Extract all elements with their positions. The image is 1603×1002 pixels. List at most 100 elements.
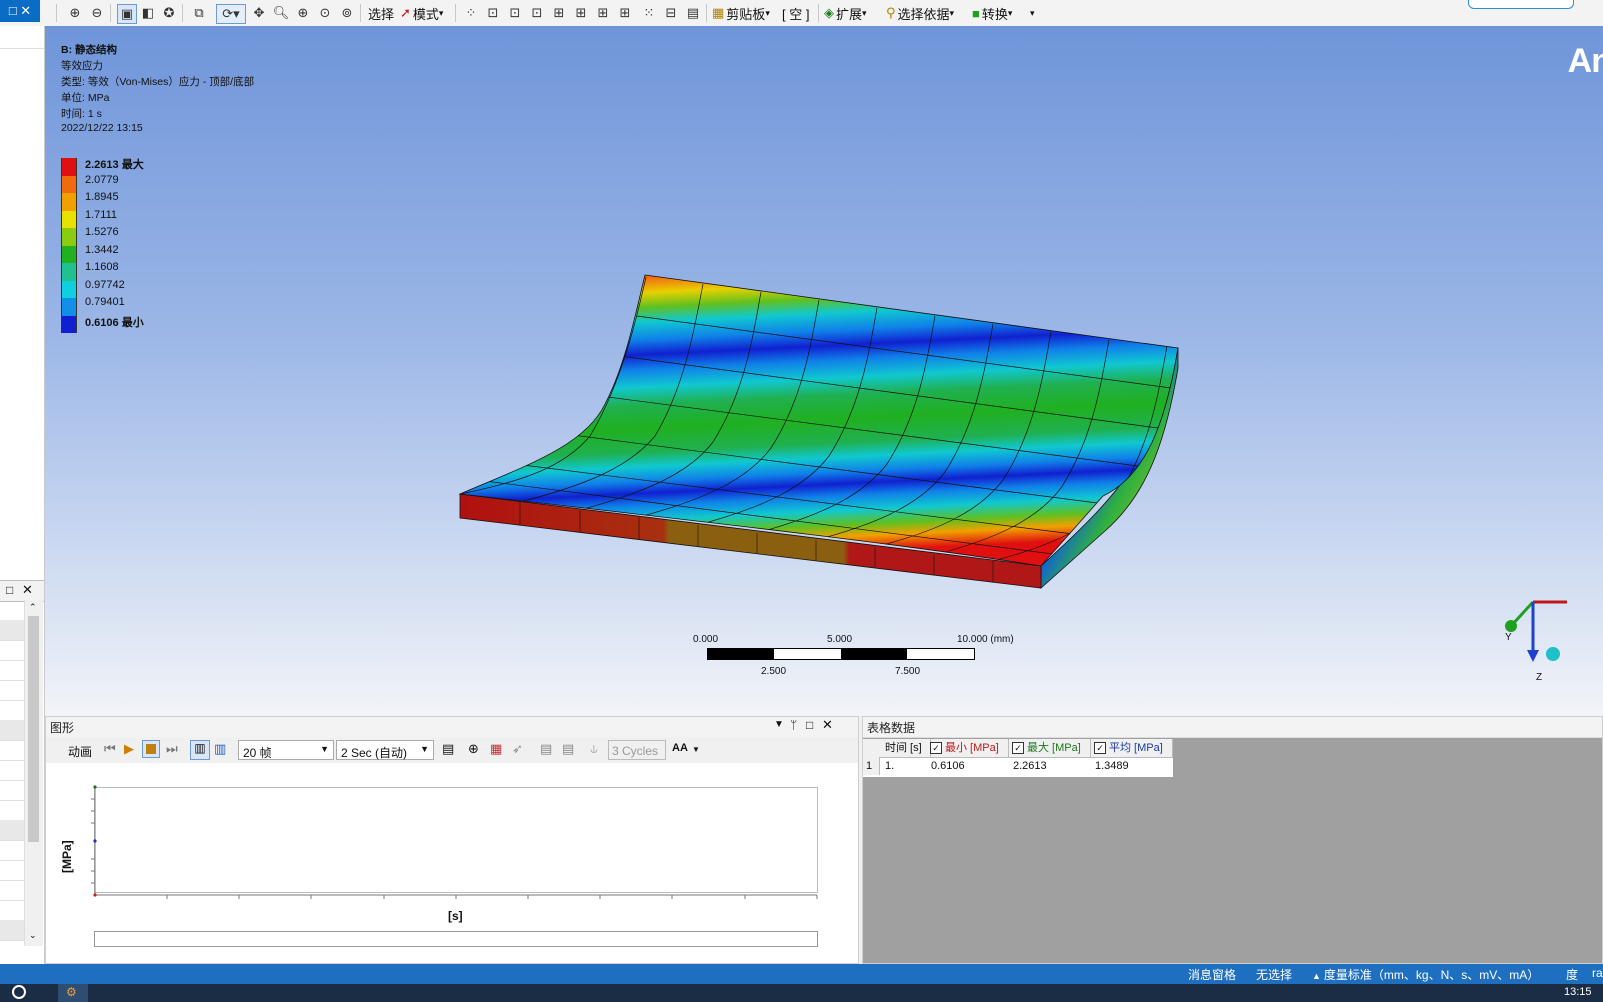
- label-icon[interactable]: ⊟: [662, 4, 680, 22]
- details-row[interactable]: [0, 720, 24, 741]
- table-column-header[interactable]: ✓ 平均 [MPa]: [1091, 739, 1173, 757]
- row-index[interactable]: 1: [863, 757, 880, 775]
- cycles-icon[interactable]: ⫝: [590, 741, 598, 757]
- export-video-icon[interactable]: ▤: [442, 741, 454, 757]
- radian-unit[interactable]: ra: [1592, 966, 1603, 980]
- frames-select[interactable]: 20 帧 ▼: [238, 740, 334, 760]
- details-row[interactable]: [0, 740, 24, 761]
- select-edge-icon[interactable]: ⊡: [484, 4, 502, 22]
- select-element-face-icon[interactable]: ⊞: [594, 4, 612, 22]
- result-frames-icon[interactable]: ▥: [214, 741, 226, 757]
- zoom-box-icon[interactable]: ⊕: [294, 4, 312, 22]
- details-row[interactable]: [0, 620, 24, 641]
- table-cell[interactable]: 1.: [885, 757, 926, 775]
- duration-select[interactable]: 2 Sec (自动) ▼: [336, 740, 434, 760]
- details-row[interactable]: [0, 660, 24, 681]
- table-icon[interactable]: ▤: [540, 741, 552, 757]
- graphics-viewport[interactable]: B: 静态结构 等效应力 类型: 等效（Von-Mises）应力 - 顶部/底部…: [45, 26, 1603, 716]
- extend-dropdown[interactable]: ◈ 扩展 ▾: [824, 3, 867, 23]
- select-element-icon[interactable]: ⊞: [572, 4, 590, 22]
- zoom-icon[interactable]: 🔍︎: [272, 4, 290, 22]
- column-checkbox[interactable]: ✓: [930, 742, 942, 754]
- angle-unit[interactable]: 度: [1566, 966, 1578, 983]
- details-row[interactable]: [0, 780, 24, 801]
- chevron-down-icon[interactable]: ▼: [774, 719, 784, 730]
- zoom-out-icon[interactable]: ⊖: [88, 4, 106, 22]
- probe-icon[interactable]: ➶: [512, 741, 523, 757]
- next-frame-icon[interactable]: ⏭: [166, 741, 178, 757]
- details-scrollbar[interactable]: ⌃ ⌄: [24, 600, 43, 946]
- select-face-icon[interactable]: ⊡: [506, 4, 524, 22]
- chevron-down-icon[interactable]: ⌄: [29, 930, 37, 941]
- details-row[interactable]: [0, 700, 24, 721]
- table-column-header[interactable]: ✓ 最大 [MPa]: [1009, 739, 1091, 757]
- details-row[interactable]: [0, 880, 24, 901]
- details-row[interactable]: [0, 860, 24, 881]
- graph-area[interactable]: [MPa] [s]: [46, 763, 858, 963]
- column-checkbox[interactable]: ✓: [1094, 742, 1106, 754]
- table-column-header[interactable]: ✓ 最小 [MPa]: [927, 739, 1009, 757]
- messages-pane-button[interactable]: 消息窗格: [1188, 966, 1236, 983]
- select-vertex-icon[interactable]: ⁘: [462, 4, 480, 22]
- table-cell[interactable]: 2.2613: [1013, 757, 1090, 775]
- select-mesh-icon[interactable]: ⊞: [616, 4, 634, 22]
- maximize-icon[interactable]: □: [6, 583, 13, 597]
- distributed-frames-icon[interactable]: ▥: [190, 740, 210, 760]
- details-row[interactable]: [0, 680, 24, 701]
- select-button[interactable]: 选择: [368, 3, 394, 23]
- zoom-to-fit-icon[interactable]: ⊕: [468, 741, 479, 757]
- details-row[interactable]: [0, 920, 24, 941]
- font-size-button[interactable]: AA: [672, 742, 688, 754]
- hide-icon[interactable]: ⁙: [640, 4, 658, 22]
- zoom-in-icon[interactable]: ⊕: [66, 4, 84, 22]
- details-row[interactable]: [0, 820, 24, 841]
- select-by-dropdown[interactable]: ⚲ 选择依据 ▾: [886, 3, 954, 23]
- stress-contour-model[interactable]: [45, 26, 1603, 716]
- table-cell[interactable]: 1.3489: [1095, 757, 1172, 775]
- units-dropdown[interactable]: ▲ 度量标准（mm、kg、N、s、mV、mA）: [1312, 966, 1539, 983]
- search-input[interactable]: [1468, 0, 1574, 9]
- time-slider[interactable]: [94, 931, 818, 947]
- table-column-header[interactable]: 时间 [s]: [881, 739, 931, 757]
- shade-icon[interactable]: ◧: [139, 4, 157, 22]
- box-zoom-icon[interactable]: ⧉: [190, 4, 208, 22]
- stop-button[interactable]: [142, 740, 160, 758]
- start-icon[interactable]: [12, 985, 26, 999]
- annotation-icon[interactable]: ▤: [684, 4, 702, 22]
- play-icon[interactable]: ▶: [124, 741, 134, 757]
- select-node-icon[interactable]: ⊞: [550, 4, 568, 22]
- pan-icon[interactable]: ✥: [250, 4, 268, 22]
- convert-dropdown[interactable]: ■ 转换 ▾: [972, 3, 1012, 23]
- zoom-fit-icon[interactable]: ⊙: [316, 4, 334, 22]
- column-checkbox[interactable]: ✓: [1012, 742, 1024, 754]
- clipboard-dropdown[interactable]: ▦ 剪贴板 ▾: [712, 3, 770, 23]
- close-icon[interactable]: ✕: [822, 717, 833, 733]
- chart-icon[interactable]: ▤: [562, 741, 574, 757]
- details-row[interactable]: [0, 800, 24, 821]
- toolbar-overflow-icon[interactable]: ▾: [1030, 3, 1035, 23]
- details-row[interactable]: [0, 640, 24, 661]
- details-row[interactable]: [0, 600, 24, 621]
- cycles-field[interactable]: 3 Cycles: [608, 740, 666, 760]
- mode-dropdown[interactable]: ➚ 模式 ▾: [400, 3, 443, 23]
- chevron-up-icon[interactable]: ⌃: [29, 602, 37, 613]
- app-taskbar-button[interactable]: ⚙: [58, 984, 88, 1002]
- details-row[interactable]: [0, 900, 24, 921]
- details-row[interactable]: [0, 760, 24, 781]
- rotate-icon[interactable]: ⟳▾: [216, 4, 246, 24]
- details-row[interactable]: [0, 840, 24, 861]
- select-body-icon[interactable]: ⊡: [528, 4, 546, 22]
- maximize-icon[interactable]: □: [806, 718, 813, 732]
- restore-window-button[interactable]: □ ✕: [0, 0, 40, 22]
- pin-icon[interactable]: ᛘ: [790, 718, 797, 732]
- iso-view-icon[interactable]: ▣: [117, 4, 137, 24]
- scrollbar-thumb[interactable]: [28, 616, 39, 842]
- magnifier-icon[interactable]: ⊚: [338, 4, 356, 22]
- render-icon[interactable]: ✪: [160, 4, 178, 22]
- previous-frame-icon[interactable]: ⏮: [104, 741, 116, 757]
- legend-colors-icon[interactable]: ▦: [490, 741, 502, 757]
- chevron-down-icon[interactable]: ▼: [692, 745, 700, 754]
- close-icon[interactable]: ✕: [22, 582, 33, 598]
- data-table[interactable]: 时间 [s] ✓ 最小 [MPa] ✓ 最大 [MPa] ✓ 平均 [MPa] 1 1. 0.61…: [863, 739, 1173, 777]
- table-cell[interactable]: 0.6106: [931, 757, 1008, 775]
